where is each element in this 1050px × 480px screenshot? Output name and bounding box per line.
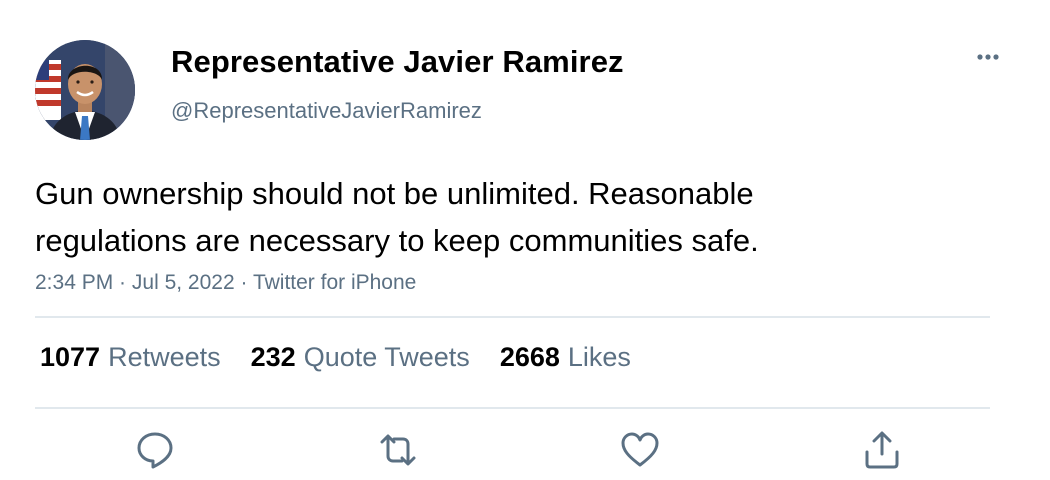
divider	[35, 407, 990, 409]
user-handle[interactable]: @RepresentativeJavierRamirez	[171, 98, 482, 124]
share-icon	[865, 431, 899, 469]
tweet-meta: 2:34 PM · Jul 5, 2022 · Twitter for iPho…	[35, 271, 416, 295]
share-button[interactable]	[860, 428, 904, 472]
tweet-source[interactable]: Twitter for iPhone	[253, 271, 416, 294]
likes-label: Likes	[567, 342, 631, 372]
heart-icon	[621, 432, 659, 467]
retweets-stat[interactable]: 1077 Retweets	[40, 342, 221, 373]
quote-tweets-stat[interactable]: 232 Quote Tweets	[251, 342, 470, 373]
tweet-date[interactable]: Jul 5, 2022	[132, 271, 235, 294]
like-button[interactable]	[618, 428, 662, 472]
avatar[interactable]	[35, 40, 135, 140]
tweet-card: Representative Javier Ramirez @Represent…	[0, 0, 1050, 480]
reply-icon	[137, 432, 173, 469]
tweet-text: Gun ownership should not be unlimited. R…	[35, 170, 995, 264]
more-options-button[interactable]	[968, 44, 1008, 70]
more-horizontal-icon	[977, 54, 999, 60]
quote-tweets-count: 232	[250, 342, 296, 372]
meta-separator: ·	[113, 271, 132, 294]
tweet-text-line: Gun ownership should not be unlimited. R…	[35, 176, 754, 211]
retweet-icon	[380, 434, 416, 466]
reply-button[interactable]	[133, 428, 177, 472]
retweets-count: 1077	[40, 342, 101, 372]
meta-separator: ·	[234, 271, 253, 294]
retweets-label: Retweets	[108, 342, 221, 372]
divider	[35, 316, 990, 318]
profile-photo-icon	[35, 40, 135, 140]
engagement-stats: 1077 Retweets 232 Quote Tweets 2668 Likes	[40, 342, 631, 373]
likes-count: 2668	[499, 342, 560, 372]
retweet-button[interactable]	[376, 428, 420, 472]
likes-stat[interactable]: 2668 Likes	[500, 342, 631, 373]
display-name[interactable]: Representative Javier Ramirez	[171, 44, 624, 80]
quote-tweets-label: Quote Tweets	[303, 342, 470, 372]
tweet-text-line: regulations are necessary to keep commun…	[35, 223, 759, 258]
tweet-time[interactable]: 2:34 PM	[35, 271, 113, 294]
